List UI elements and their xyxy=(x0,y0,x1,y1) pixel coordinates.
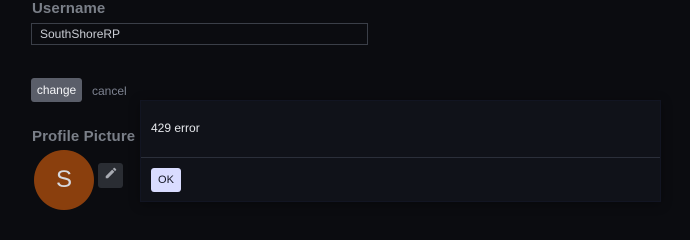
cancel-link[interactable]: cancel xyxy=(92,84,127,98)
change-button[interactable]: change xyxy=(31,78,82,102)
dialog-message: 429 error xyxy=(151,121,200,135)
username-title: Username xyxy=(32,0,106,17)
profile-picture-title: Profile Picture xyxy=(32,128,136,145)
dialog-divider xyxy=(141,157,660,158)
username-input[interactable] xyxy=(31,23,368,45)
avatar: S xyxy=(34,150,94,210)
avatar-initial: S xyxy=(55,166,72,193)
ok-button[interactable]: OK xyxy=(151,168,181,192)
error-dialog: 429 error OK xyxy=(140,100,661,202)
edit-profile-picture-button[interactable] xyxy=(98,163,123,188)
pencil-icon xyxy=(104,166,118,185)
